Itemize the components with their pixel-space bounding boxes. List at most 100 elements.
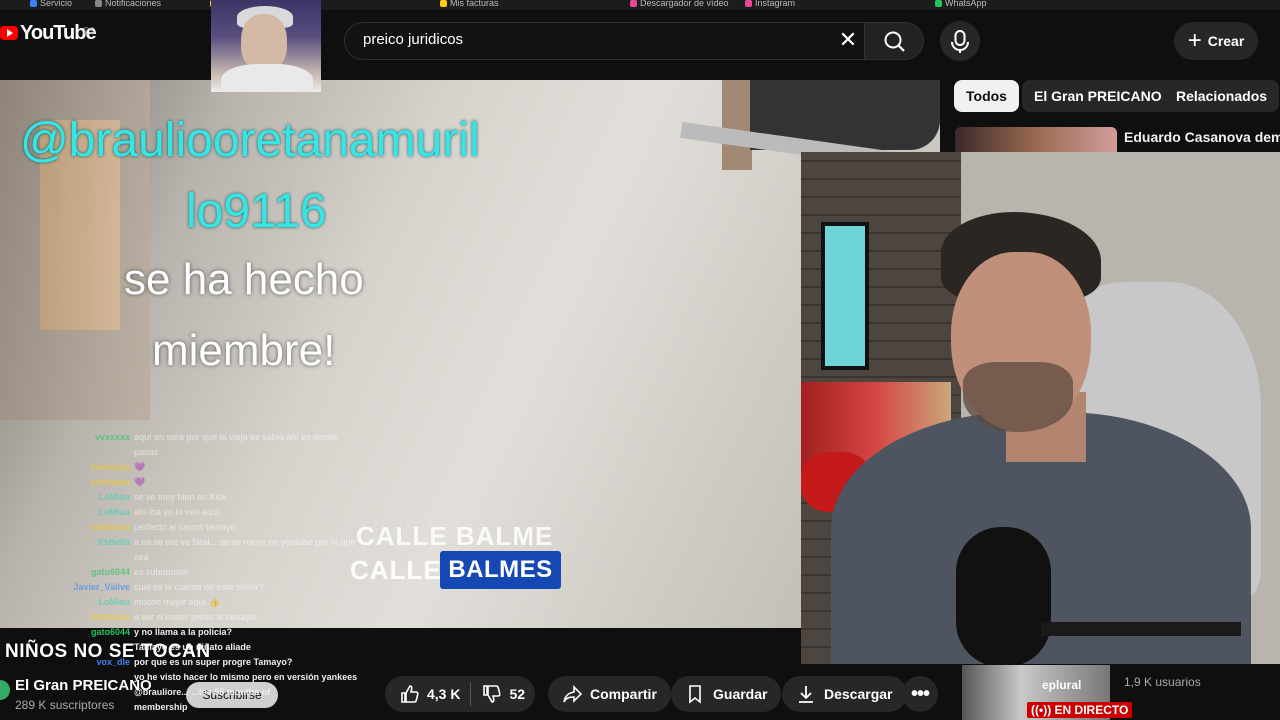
streamer-webcam-large <box>801 152 1280 664</box>
chat-text: a ver si meter preso al tamayo <box>134 612 256 622</box>
live-viewer-count: 1,9 K usuarios <box>1124 675 1201 689</box>
street-sign-left: CALLE <box>350 555 442 585</box>
video-scene-pole <box>722 80 752 170</box>
region-code: ES <box>83 26 96 36</box>
chat-text: @brauliore... ...tes 56 months of <box>134 687 271 697</box>
member-alert-mention-cont: lo9116 <box>186 185 327 238</box>
chat-username: luisfauna <box>90 522 130 532</box>
filter-chip[interactable]: Relacionados <box>1164 80 1280 112</box>
live-channel-watermark: eplural <box>1042 678 1082 692</box>
member-alert-message-cont: miembre! <box>152 326 336 375</box>
webcam-face <box>241 14 287 70</box>
chat-message: Tamayo es un niñato aliade <box>38 642 251 652</box>
chat-message: pasas <box>40 447 158 457</box>
chat-message: @brauliore... ...tes 56 months of <box>38 687 270 697</box>
create-label: Crear <box>1207 33 1245 49</box>
like-button[interactable]: 4,3 K <box>385 682 472 706</box>
chat-message: luisfauna 💜 <box>40 477 145 488</box>
share-label: Compartir <box>590 686 657 702</box>
download-label: Descargar <box>824 686 893 702</box>
share-icon <box>563 685 582 703</box>
bookmark-item[interactable]: Descargador de vídeo <box>630 0 729 8</box>
dislike-count: 52 <box>509 686 526 702</box>
chat-username: LoMiau <box>98 492 131 502</box>
chat-username: vox_dle <box>96 657 130 667</box>
recommendation-thumbnail[interactable] <box>955 127 1117 153</box>
chat-username: itsBella <box>97 537 130 547</box>
bookmark-item[interactable]: Mis facturas <box>440 0 499 8</box>
create-button[interactable]: + Crear <box>1174 22 1258 60</box>
member-alert-message: se ha hecho <box>124 255 364 304</box>
streamer-webcam-small <box>211 0 321 92</box>
bookmark-label: Instagram <box>755 0 796 8</box>
thumbs-up-icon <box>401 685 419 703</box>
chat-message: sea <box>40 552 149 562</box>
chat-text: 💜 <box>134 477 146 487</box>
chat-text: 💜 <box>134 462 146 472</box>
save-button[interactable]: Guardar <box>671 676 782 712</box>
chat-username: LoMiau <box>98 507 131 517</box>
chat-message: vox_dle por que es un super progre Tamayo… <box>38 657 292 667</box>
chat-text: ahí iba yo lo veo aquí <box>134 507 220 517</box>
chat-username: Javier_Vallve <box>73 582 130 592</box>
bookmark-favicon-icon <box>95 0 102 8</box>
bookmark-label: Mis facturas <box>450 0 499 8</box>
webcam-microphone <box>956 527 1051 664</box>
chat-message: gato6044 es subnormal <box>40 567 188 577</box>
clear-search-icon[interactable]: ✕ <box>836 28 860 52</box>
more-actions-button[interactable]: ••• <box>902 676 938 712</box>
bookmark-item[interactable]: WhatsApp <box>935 0 987 8</box>
chat-text: a mi se me ve fatal... se ve mejor en yo… <box>134 537 356 547</box>
street-sign-faded: CALLE BALME <box>356 521 554 551</box>
chat-message: LoMiau mucho mejor aquí 👍 <box>40 597 220 608</box>
bookmark-item[interactable]: Servicio <box>30 0 72 8</box>
chat-text: se ve muy bien en Kick <box>134 492 227 502</box>
bookmark-favicon-icon <box>440 0 447 8</box>
live-badge: ((•)) EN DIRECTO <box>1027 702 1133 718</box>
chat-text: pasas <box>134 447 159 457</box>
chat-username: LoMiau <box>98 597 131 607</box>
chat-text: perfecto al carros tamayo <box>134 522 236 532</box>
chat-message: membership <box>38 702 188 712</box>
chat-username: luisfauna <box>90 477 130 487</box>
microphone-icon <box>951 30 969 53</box>
chat-message: vvxxxxx aquí en sara por que la vieja es … <box>40 432 338 442</box>
bookmark-item[interactable]: Notificaciones <box>95 0 161 8</box>
filter-chip[interactable]: Todos <box>954 80 1019 112</box>
chat-message: yo he visto hacer lo mismo pero en versi… <box>38 672 357 682</box>
street-sign-highlight: BALMES <box>440 551 561 589</box>
bookmark-favicon-icon <box>30 0 37 8</box>
chat-username: gato6044 <box>90 567 130 577</box>
chat-message: luisfauna a ver si meter preso al tamayo <box>40 612 255 622</box>
bookmark-favicon-icon <box>935 0 942 8</box>
bookmark-item[interactable]: Instagram <box>745 0 795 8</box>
search-query-text: preico juridicos <box>363 31 464 48</box>
chat-message: itsBella a mi se me ve fatal... se ve mej… <box>40 537 356 547</box>
bookmark-label: WhatsApp <box>945 0 987 8</box>
chat-username: luisfauna <box>90 612 130 622</box>
voice-search-button[interactable] <box>940 21 980 61</box>
ellipsis-icon: ••• <box>910 682 930 705</box>
dislike-button[interactable]: 52 <box>471 684 535 704</box>
download-icon <box>799 686 813 703</box>
bookmark-label: Servicio <box>40 0 73 8</box>
chat-message: luisfauna 💜 <box>40 462 145 473</box>
recommendation-title[interactable]: Eduardo Casanova deman <box>1124 129 1280 145</box>
download-button[interactable]: Descargar <box>782 676 907 712</box>
more-options-icon[interactable]: ⋮ <box>1272 30 1280 50</box>
chat-username: gato6044 <box>90 627 130 637</box>
bookmark-icon <box>689 685 701 704</box>
webcam-mic-arm <box>1041 622 1241 636</box>
live-badge-label: EN DIRECTO <box>1054 703 1129 717</box>
share-button[interactable]: Compartir <box>548 676 671 712</box>
filter-chip[interactable]: El Gran PREICANO <box>1022 80 1174 112</box>
search-icon <box>884 31 905 52</box>
youtube-logo[interactable]: YouTube <box>0 22 97 44</box>
webcam-monitor <box>821 222 869 370</box>
chat-message: Javier_Vallve cual es la cuenta de este s… <box>40 582 263 592</box>
chat-username: vvxxxxx <box>94 432 130 442</box>
chat-message: LoMiau ahí iba yo lo veo aquí <box>40 507 220 517</box>
channel-avatar[interactable] <box>0 680 10 700</box>
search-button[interactable] <box>864 22 924 60</box>
chat-text: sea <box>134 552 149 562</box>
